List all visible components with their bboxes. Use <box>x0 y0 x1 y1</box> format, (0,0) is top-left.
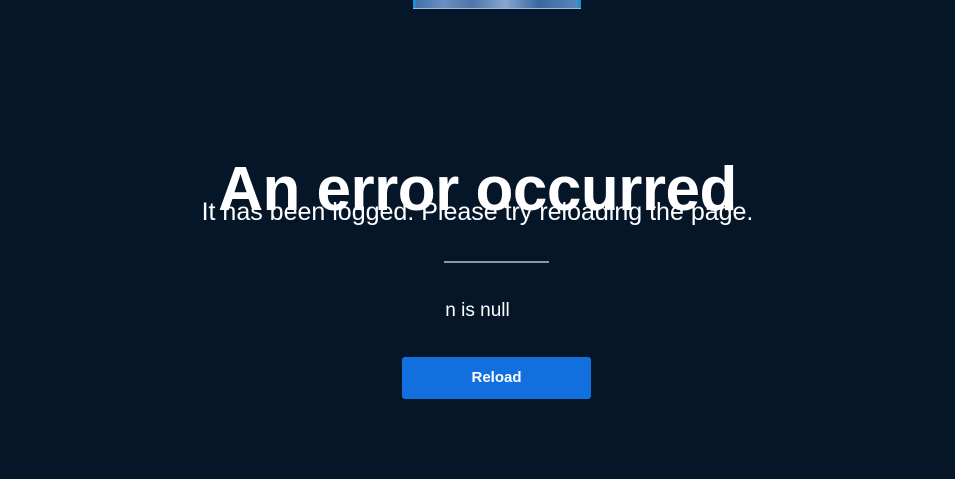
header-image <box>413 0 581 9</box>
divider <box>444 261 549 263</box>
error-message: n is null <box>445 300 510 321</box>
error-page: An error occurred It has been logged. Pl… <box>0 0 955 479</box>
error-subtitle: It has been logged. Please try reloading… <box>201 198 754 226</box>
reload-button[interactable]: Reload <box>402 357 591 399</box>
